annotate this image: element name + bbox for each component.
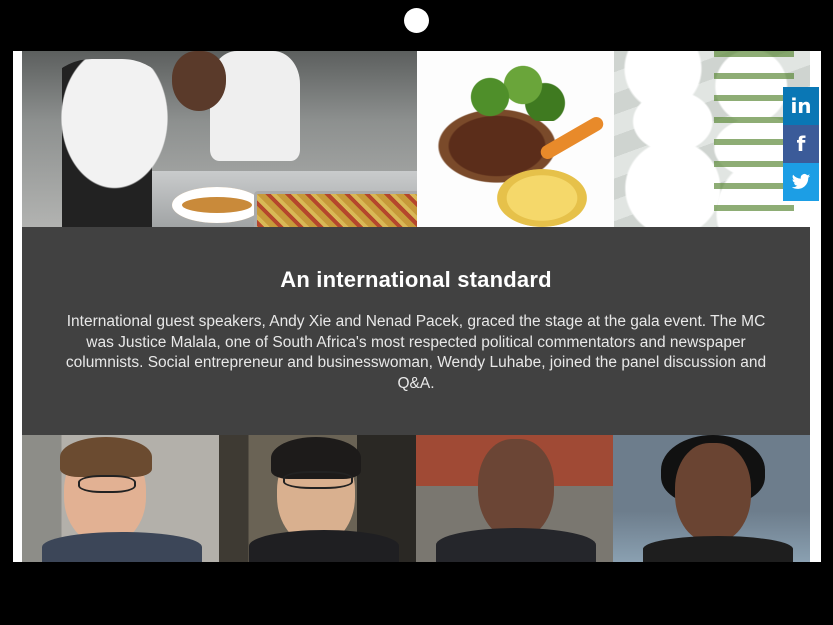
- content-area: An international standard International …: [22, 51, 810, 562]
- speaker-portrait-1: [22, 435, 219, 562]
- camera-dot-icon: [404, 8, 429, 33]
- chefs-plating-photo: [22, 51, 417, 227]
- speaker-portrait-4: [613, 435, 810, 562]
- facebook-share-button[interactable]: f: [783, 125, 819, 163]
- top-photo-gallery: [22, 51, 810, 227]
- twitter-share-button[interactable]: [783, 163, 819, 201]
- linkedin-share-button[interactable]: in: [783, 87, 819, 125]
- linkedin-icon: in: [790, 94, 812, 118]
- social-share-bar: in f: [783, 87, 819, 201]
- plated-rows-photo: [614, 51, 810, 227]
- steak-dish-photo: [417, 51, 614, 227]
- speaker-portrait-3: [416, 435, 613, 562]
- speaker-portraits: [22, 435, 810, 562]
- info-title: An international standard: [280, 267, 552, 292]
- twitter-icon: [791, 174, 811, 189]
- speaker-portrait-2: [219, 435, 416, 562]
- info-text: International guest speakers, Andy Xie a…: [65, 313, 767, 392]
- facebook-icon: f: [796, 132, 806, 156]
- info-panel: An international standard International …: [22, 227, 810, 435]
- page-screen: An international standard International …: [13, 51, 821, 562]
